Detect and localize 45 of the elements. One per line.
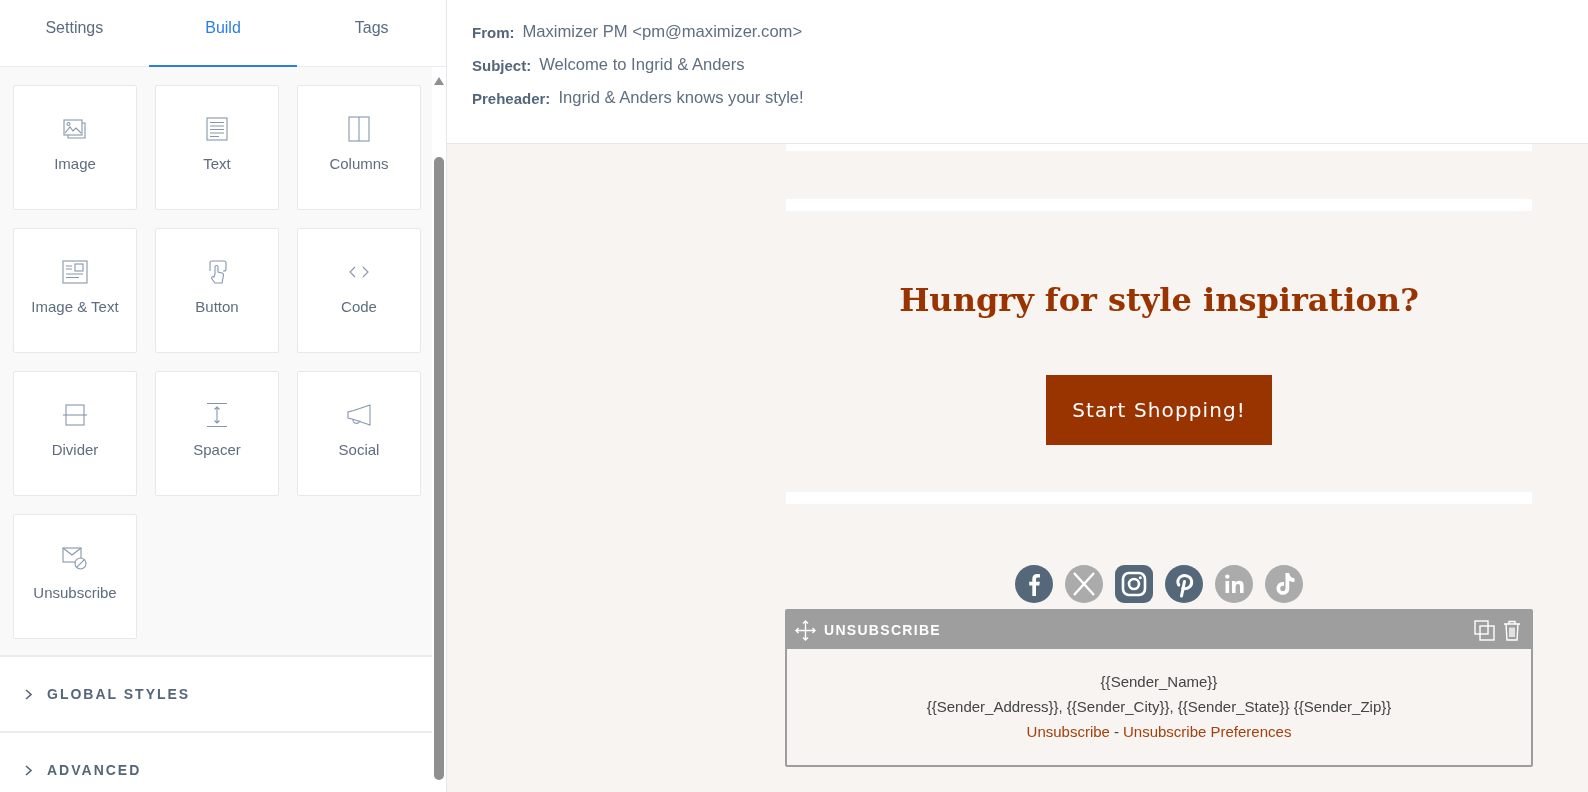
block-tile[interactable]: Social	[297, 371, 421, 496]
footer-text-line: {{Sender_Address}}, {{Sender_City}}, {{Sender_State}} {{Sender_Zip}}	[926, 697, 1392, 717]
scroll-up-icon[interactable]	[434, 77, 444, 85]
x-logo-icon[interactable]	[1065, 565, 1103, 603]
block-tile[interactable]: Text	[155, 85, 279, 210]
trash-icon[interactable]	[1503, 619, 1521, 641]
link-separator: -	[1113, 722, 1119, 742]
facebook-icon[interactable]	[1015, 565, 1053, 603]
block-tile[interactable]: Image	[13, 85, 137, 210]
email-heading: Hungry for style inspiration?	[899, 280, 1419, 320]
unsubscribe-link[interactable]: Unsubscribe Preferences	[1122, 719, 1292, 744]
block-tile[interactable]: Spacer	[155, 371, 279, 496]
block-tile[interactable]: Button	[155, 228, 279, 353]
header-field-label: Subject:	[472, 56, 532, 74]
panel-tab[interactable]: Tags	[297, 0, 446, 67]
unsubscribe-block[interactable]: UNSUBSCRIBE {{Sender_Name}} {{Sender_Address}}, {{Sender_City}}, {{Sender_State}} {{Sender_Zip}} Unsubscribe - Unsubscribe Preferences	[785, 609, 1533, 767]
megaphone-icon	[346, 402, 372, 428]
linkedin-icon[interactable]	[1215, 565, 1253, 603]
copy-icon[interactable]	[1474, 619, 1495, 641]
block-tile[interactable]: Unsubscribe	[13, 514, 137, 639]
shop-button[interactable]: Start Shopping!	[1046, 375, 1272, 445]
panel-tab[interactable]: Settings	[0, 0, 149, 67]
pinterest-icon[interactable]	[1165, 565, 1203, 603]
instagram-icon[interactable]	[1115, 565, 1153, 603]
unsubscribe-link[interactable]: Unsubscribe	[1026, 719, 1110, 744]
block-tile[interactable]: Image & Text	[13, 228, 137, 353]
block-tile[interactable]: Divider	[13, 371, 137, 496]
tiktok-icon[interactable]	[1265, 565, 1303, 603]
header-field-value: Maximizer PM <pm@maximizer.com>	[522, 22, 803, 42]
text-lines-icon	[204, 116, 230, 142]
header-field-label: From:	[472, 23, 515, 41]
image-text-icon	[62, 259, 88, 285]
header-field-label: Preheader:	[472, 89, 551, 107]
header-field-value: Ingrid & Anders knows your style!	[558, 88, 804, 108]
footer-text-line: {{Sender_Name}}	[1100, 672, 1218, 692]
columns-icon	[346, 116, 372, 142]
block-tile[interactable]: Code	[297, 228, 421, 353]
header-field-value: Welcome to Ingrid & Anders	[539, 55, 745, 75]
block-title: UNSUBSCRIBE	[824, 622, 941, 638]
block-tile[interactable]: Columns	[297, 85, 421, 210]
spacer-arrows-icon	[204, 402, 230, 428]
move-arrows-icon[interactable]	[795, 619, 816, 641]
envelope-blocked-icon	[62, 545, 88, 571]
image-icon	[62, 116, 88, 142]
scrollbar-thumb[interactable]	[434, 157, 444, 780]
